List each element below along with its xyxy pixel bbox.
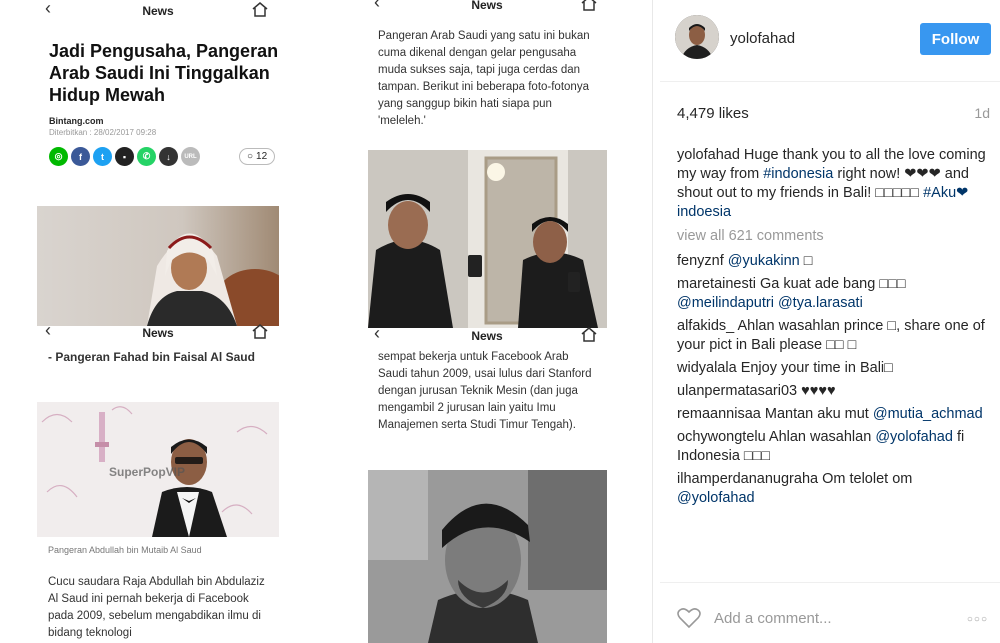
comment-text: Om telolet om <box>822 471 913 487</box>
comment-mention[interactable]: @meilindaputri @tya.larasati <box>677 295 863 311</box>
section-subheading: - Pangeran Fahad bin Faisal Al Saud <box>48 350 255 364</box>
avatar[interactable] <box>675 15 719 59</box>
article-navbar: ‹ News <box>37 0 279 22</box>
comment-username[interactable]: fenyznf <box>677 253 724 269</box>
whatsapp-icon[interactable]: ✆ <box>137 147 156 166</box>
comment-username[interactable]: ilhamperdananugraha <box>677 471 818 487</box>
article-photo-mirror-selfie <box>368 150 607 328</box>
panel-divider <box>652 0 653 643</box>
heart-icon[interactable] <box>677 607 701 629</box>
caption-username[interactable]: yolofahad <box>677 147 740 163</box>
url-icon[interactable]: URL <box>181 147 200 166</box>
navbar-title: News <box>142 4 174 18</box>
post-footer: Add a comment... ○○○ <box>660 582 1000 643</box>
comment-mention[interactable]: @yolofahad <box>677 490 755 506</box>
post-username[interactable]: yolofahad <box>730 30 795 47</box>
list-item: widyalala Enjoy your time in Bali□ <box>677 359 987 378</box>
navbar-title: News <box>471 329 503 343</box>
comment-username[interactable]: widyalala <box>677 360 737 376</box>
list-item: fenyznf @yukakinn □ <box>677 252 987 271</box>
article-body-text: Cucu saudara Raja Abdullah bin Abdulaziz… <box>48 576 265 639</box>
article-panel-left: ‹ News Jadi Pengusaha, Pangeran Arab Sau… <box>37 0 279 643</box>
line-icon[interactable]: ◎ <box>49 147 68 166</box>
article-navbar-2: ‹ News <box>37 320 279 344</box>
add-comment-input[interactable]: Add a comment... <box>714 610 832 627</box>
back-arrow-icon[interactable]: ‹ <box>45 0 51 19</box>
list-item: remaannisaa Mantan aku mut @mutia_achmad <box>677 405 987 424</box>
comment-mention[interactable]: @yolofahad <box>875 429 953 445</box>
post-age: 1d <box>974 105 990 121</box>
article-photo-bw-closeup <box>368 470 607 643</box>
post-caption: yolofahad Huge thank you to all the love… <box>677 146 987 222</box>
home-icon[interactable] <box>580 0 598 11</box>
comment-username[interactable]: remaannisaa <box>677 406 761 422</box>
back-arrow-icon[interactable]: ‹ <box>45 320 51 341</box>
list-item: ulanpermatasari03 ♥♥♥♥ <box>677 382 987 401</box>
back-arrow-icon[interactable]: ‹ <box>374 0 380 13</box>
comment-text: Ahlan wasahlan <box>768 429 876 445</box>
article-publish-date: Diterbitkan : 28/02/2017 09:28 <box>49 128 157 137</box>
comment-mention[interactable]: @mutia_achmad <box>873 406 983 422</box>
article-navbar-4: ‹ News <box>366 323 608 347</box>
comment-count: 12 <box>256 151 268 162</box>
article-photo-prince-keffiyeh <box>37 206 279 326</box>
photo-watermark: SuperPopVIP <box>109 465 186 479</box>
list-item: alfakids_ Ahlan wasahlan prince □, share… <box>677 317 987 355</box>
share-bar: ◎ f t ▪ ✆ ↓ URL ○ 12 <box>49 147 279 166</box>
more-options-icon[interactable]: ○○○ <box>967 614 988 625</box>
comment-count-button[interactable]: ○ 12 <box>239 148 276 165</box>
comment-text: Ga kuat ade bang □□□ <box>760 276 906 292</box>
comment-username[interactable]: ochywongtelu <box>677 429 766 445</box>
comment-username[interactable]: maretainesti <box>677 276 756 292</box>
comment-tail: □ <box>799 253 813 269</box>
comment-username[interactable]: alfakids_ <box>677 318 734 334</box>
article-panel-middle: ‹ News Pangeran Arab Saudi yang satu ini… <box>366 0 608 643</box>
list-item: maretainesti Ga kuat ade bang □□□ @meili… <box>677 275 987 313</box>
post-header: yolofahad Follow <box>660 0 1000 82</box>
twitter-icon[interactable]: t <box>93 147 112 166</box>
instagram-post-panel: yolofahad Follow 4,479 likes 1d yolofaha… <box>660 0 1000 643</box>
bbm-icon[interactable]: ▪ <box>115 147 134 166</box>
home-icon[interactable] <box>251 323 269 339</box>
home-icon[interactable] <box>251 1 269 17</box>
comment-text: ♥♥♥♥ <box>801 383 836 399</box>
article-body-text-2: sempat bekerja untuk Facebook Arab Saudi… <box>378 351 592 431</box>
comment-text: Mantan aku mut <box>764 406 873 422</box>
photo-caption: Pangeran Abdullah bin Mutaib Al Saud <box>48 545 202 555</box>
navbar-title: News <box>471 0 503 12</box>
download-icon[interactable]: ↓ <box>159 147 178 166</box>
article-photo-prince-tuxedo: SuperPopVIP <box>37 402 279 537</box>
back-arrow-icon[interactable]: ‹ <box>374 323 380 344</box>
navbar-title: News <box>142 326 174 340</box>
follow-button[interactable]: Follow <box>920 23 991 55</box>
facebook-icon[interactable]: f <box>71 147 90 166</box>
view-all-comments-link[interactable]: view all 621 comments <box>677 228 987 244</box>
comment-username[interactable]: ulanpermatasari03 <box>677 383 797 399</box>
comment-mention[interactable]: @yukakinn <box>728 253 800 269</box>
article-headline: Jadi Pengusaha, Pangeran Arab Saudi Ini … <box>49 41 279 105</box>
comment-list: yolofahad Huge thank you to all the love… <box>677 146 987 512</box>
article-navbar-3: ‹ News <box>366 0 608 16</box>
list-item: ilhamperdananugraha Om telolet om @yolof… <box>677 470 987 508</box>
home-icon[interactable] <box>580 326 598 342</box>
caption-hashtag-indonesia[interactable]: #indonesia <box>763 166 833 182</box>
comment-text: Enjoy your time in Bali□ <box>740 360 893 376</box>
article-source[interactable]: Bintang.com <box>49 116 279 126</box>
list-item: ochywongtelu Ahlan wasahlan @yolofahad f… <box>677 428 987 466</box>
article-intro-text: Pangeran Arab Saudi yang satu ini bukan … <box>378 30 590 127</box>
like-count[interactable]: 4,479 likes <box>677 105 749 122</box>
speech-bubble-icon: ○ <box>247 151 254 162</box>
